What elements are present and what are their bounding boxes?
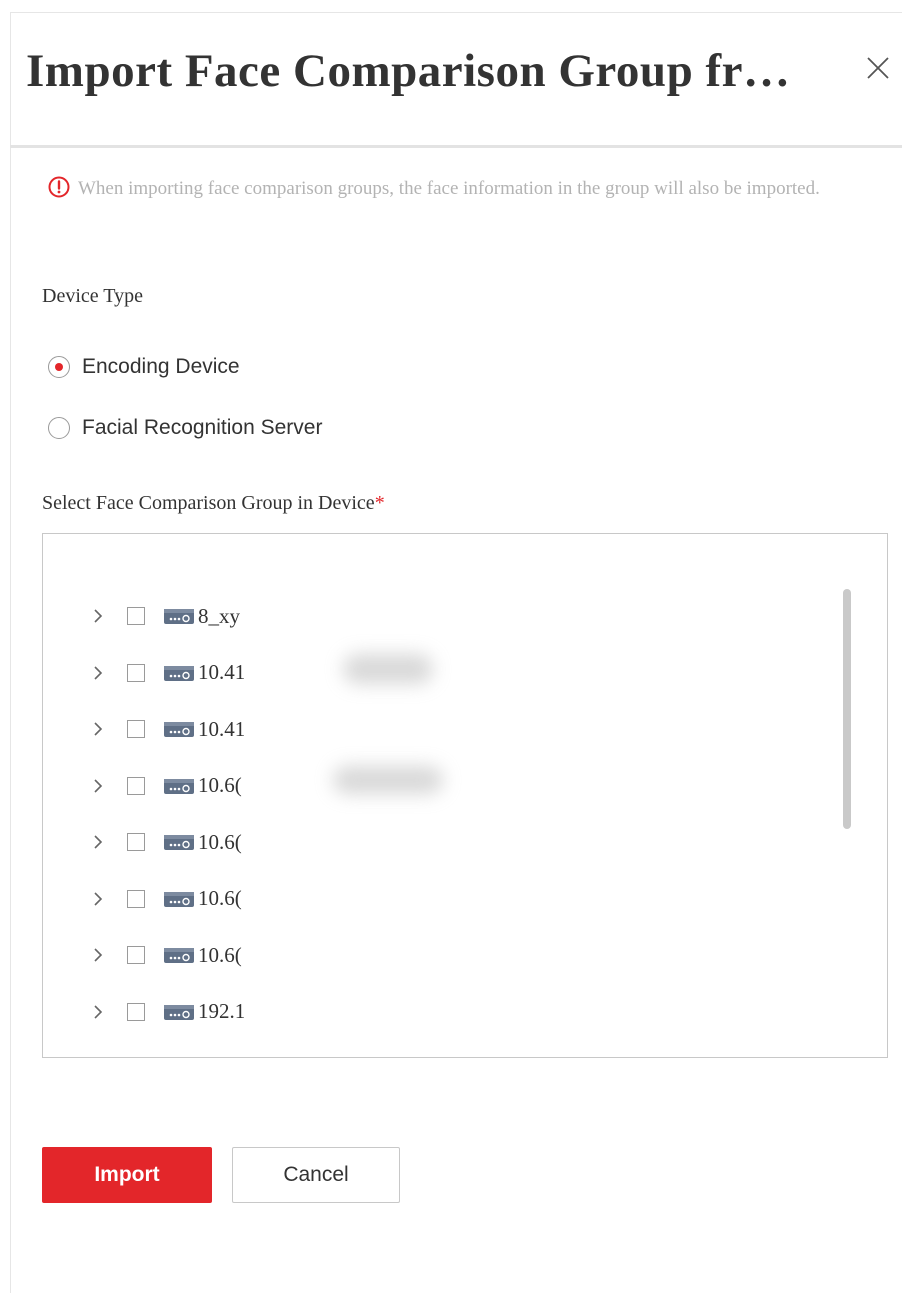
dialog-left-border: [10, 12, 11, 1293]
radio-encoding-device[interactable]: Encoding Device: [48, 353, 240, 381]
node-checkbox[interactable]: [127, 1002, 145, 1021]
device-icon: [164, 948, 194, 963]
notice-text: When importing face comparison groups, t…: [78, 178, 820, 199]
node-checkbox[interactable]: [127, 663, 145, 682]
device-icon: [164, 835, 194, 850]
required-mark: *: [374, 492, 385, 514]
chevron-right-icon[interactable]: [91, 607, 105, 625]
tree-node[interactable]: 10.6(: [91, 766, 242, 806]
import-notice: When importing face comparison groups, t…: [42, 172, 882, 206]
chevron-right-icon[interactable]: [91, 833, 105, 851]
redaction-smudge: [333, 766, 443, 794]
dialog-title: Import Face Comparison Group fr…: [26, 45, 791, 97]
tree-node[interactable]: 10.41: [91, 709, 245, 749]
node-checkbox[interactable]: [127, 889, 145, 908]
device-icon: [164, 665, 194, 681]
chevron-right-icon[interactable]: [91, 890, 105, 908]
radio-facial-recognition-server[interactable]: Facial Recognition Server: [48, 414, 322, 442]
tree-node[interactable]: 10.41: [91, 653, 245, 693]
import-button[interactable]: Import: [42, 1147, 212, 1203]
tree-node[interactable]: 10.6(: [91, 935, 242, 975]
redacted-region: [256, 574, 366, 1019]
tree-node[interactable]: 10.6(: [91, 879, 242, 919]
node-label: 10.6(: [198, 886, 242, 910]
header-divider: [10, 145, 902, 148]
device-icon: [164, 1004, 194, 1020]
device-icon: [164, 891, 194, 907]
device-icon: [164, 609, 194, 624]
dialog-top-border: [10, 12, 902, 13]
close-button[interactable]: [862, 52, 894, 84]
node-checkbox[interactable]: [127, 776, 145, 795]
node-label: 8_xy: [198, 603, 240, 628]
node-label: 192.1: [198, 999, 246, 1023]
close-icon: [867, 57, 889, 79]
node-label: 10.6(: [198, 942, 242, 967]
tree-node[interactable]: 8_xy: [91, 596, 240, 636]
device-icon: [164, 778, 194, 794]
select-group-label-text: Select Face Comparison Group in Device: [42, 492, 375, 514]
node-label: 10.6(: [198, 773, 242, 797]
node-checkbox[interactable]: [127, 720, 145, 738]
device-type-label: Device Type: [42, 285, 143, 307]
select-group-label: Select Face Comparison Group in Device*: [42, 492, 385, 515]
cancel-button[interactable]: Cancel: [232, 1147, 400, 1203]
node-label: 10.6(: [198, 829, 242, 854]
radio-label-facial-recognition-server: Facial Recognition Server: [82, 416, 323, 439]
node-label: 10.41: [198, 660, 246, 684]
node-checkbox[interactable]: [127, 946, 145, 964]
alert-circle-icon: [48, 176, 70, 198]
chevron-right-icon[interactable]: [91, 777, 105, 795]
radio-label-encoding-device: Encoding Device: [82, 355, 240, 378]
device-icon: [164, 722, 194, 737]
device-tree-panel[interactable]: 8_xy 10.41 10.41 10.6( 10.6( 10.6( 10.6( 192.1: [42, 533, 888, 1058]
node-checkbox[interactable]: [127, 607, 145, 625]
chevron-right-icon[interactable]: [91, 1003, 105, 1021]
node-label: 10.41: [198, 716, 246, 741]
tree-scrollbar[interactable]: [843, 589, 851, 829]
chevron-right-icon[interactable]: [91, 720, 105, 738]
chevron-right-icon[interactable]: [91, 664, 105, 682]
radio-button-unchecked[interactable]: [48, 417, 70, 439]
chevron-right-icon[interactable]: [91, 946, 105, 964]
redaction-smudge: [343, 654, 433, 684]
node-checkbox[interactable]: [127, 833, 145, 851]
radio-button-checked[interactable]: [48, 356, 70, 378]
tree-node[interactable]: 192.1: [91, 992, 245, 1032]
tree-node[interactable]: 10.6(: [91, 822, 242, 862]
